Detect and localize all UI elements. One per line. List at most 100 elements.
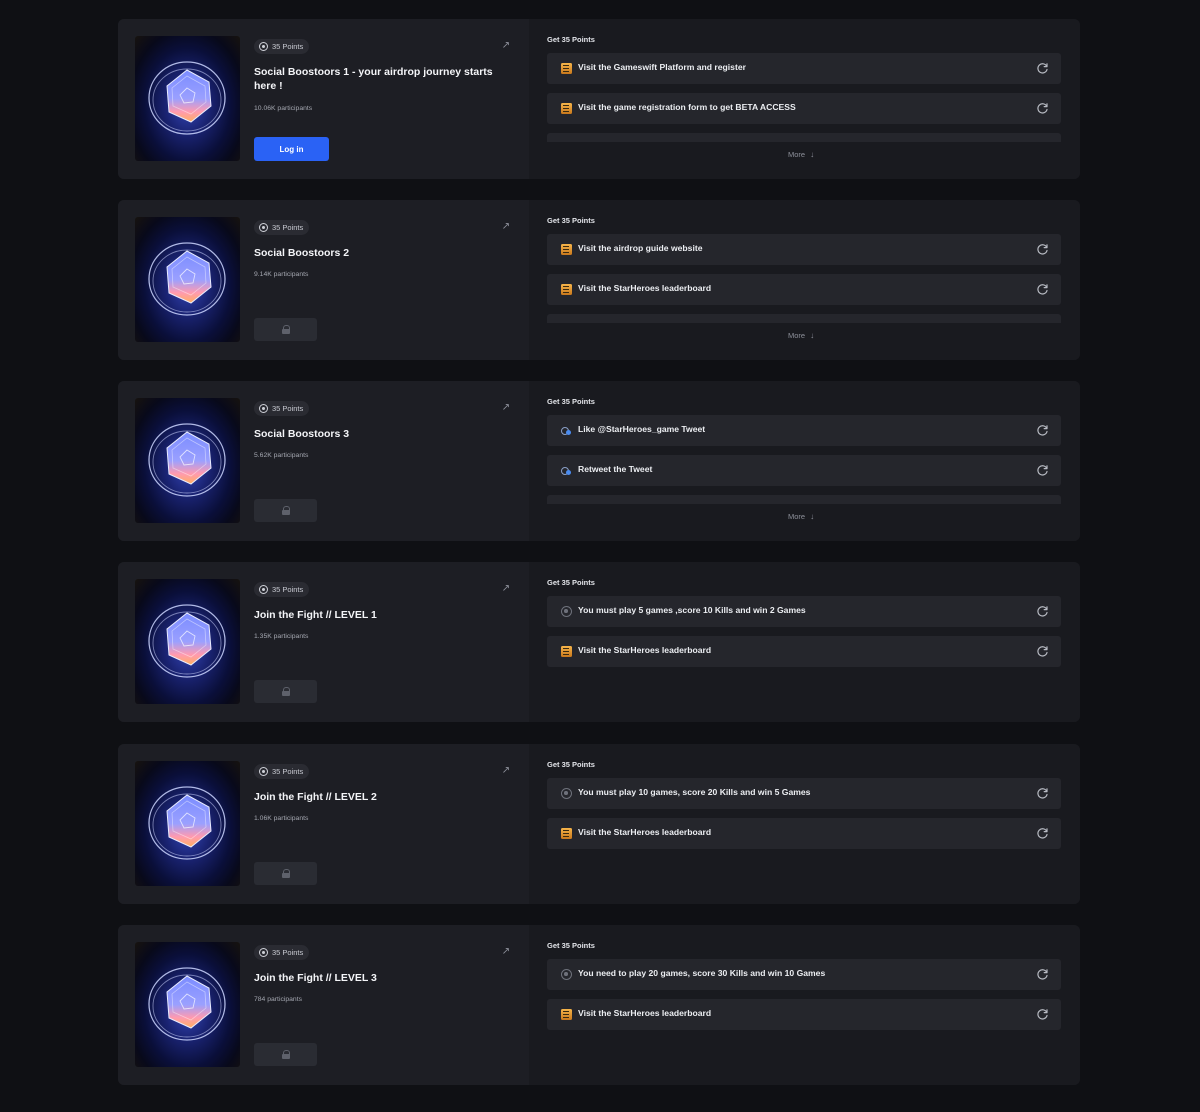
- external-link-icon[interactable]: ↗: [500, 582, 512, 594]
- task-label: You must play 5 games ,score 10 Kills an…: [578, 605, 806, 615]
- quest-tasks-panel: Get 35 Points Like @StarHeroes_game Tweet…: [529, 381, 1080, 541]
- refresh-icon[interactable]: [1036, 102, 1049, 115]
- quest-title: Social Boostoors 1 - your airdrop journe…: [254, 66, 493, 92]
- external-link-icon[interactable]: ↗: [500, 401, 512, 413]
- external-link-icon[interactable]: ↗: [500, 764, 512, 776]
- arrow-down-icon: ↓: [810, 331, 815, 340]
- coin-icon: [259, 404, 268, 413]
- quest-title: Join the Fight // LEVEL 3: [254, 972, 377, 984]
- lock-icon: [281, 869, 290, 878]
- task-item[interactable]: Visit the StarHeroes leaderboard: [547, 636, 1061, 667]
- task-label: You must play 10 games, score 20 Kills a…: [578, 787, 811, 797]
- more-button[interactable]: More ↓: [788, 331, 814, 340]
- quest-thumbnail: [135, 761, 240, 886]
- task-label: Retweet the Tweet: [578, 464, 653, 474]
- lock-icon: [281, 325, 290, 334]
- coin-icon: [259, 223, 268, 232]
- task-item[interactable]: Visit the StarHeroes leaderboard: [547, 999, 1061, 1030]
- quest-info: 35 Points ↗ Social Boostoors 2 9.14K partic…: [118, 200, 529, 360]
- task-item[interactable]: [547, 314, 1061, 323]
- refresh-icon[interactable]: [1036, 827, 1049, 840]
- coin-icon: [259, 585, 268, 594]
- participants-count: 784 participants: [254, 996, 302, 1003]
- participants-count: 9.14K participants: [254, 271, 309, 278]
- points-badge: 35 Points: [254, 39, 310, 54]
- quest-card[interactable]: 35 Points ↗ Social Boostoors 3 5.62K partic…: [118, 381, 1080, 541]
- task-item[interactable]: [547, 495, 1061, 504]
- points-badge: 35 Points: [254, 401, 310, 416]
- get-points-heading: Get 35 Points: [547, 578, 595, 587]
- refresh-icon[interactable]: [1036, 645, 1049, 658]
- target-icon: [561, 788, 572, 799]
- quest-tasks-panel: Get 35 Points Visit the Gameswift Platfor…: [529, 19, 1080, 179]
- twitter-icon: [561, 465, 572, 476]
- refresh-icon[interactable]: [1036, 283, 1049, 296]
- arrow-down-icon: ↓: [810, 150, 815, 159]
- more-button[interactable]: More ↓: [788, 512, 814, 521]
- quest-card[interactable]: 35 Points ↗ Social Boostoors 1 - your aird…: [118, 19, 1080, 179]
- participants-count: 5.62K participants: [254, 452, 309, 459]
- quest-card[interactable]: 35 Points ↗ Social Boostoors 2 9.14K partic…: [118, 200, 1080, 360]
- quest-tasks-panel: Get 35 Points You need to play 20 games, …: [529, 925, 1080, 1085]
- task-list: You need to play 20 games, score 30 Kill…: [547, 959, 1061, 1079]
- participants-count: 1.06K participants: [254, 815, 309, 822]
- login-button[interactable]: Log in: [254, 137, 329, 161]
- quest-card[interactable]: 35 Points ↗ Join the Fight // LEVEL 1 1.35K…: [118, 562, 1080, 722]
- task-item[interactable]: Visit the Gameswift Platform and registe…: [547, 53, 1061, 84]
- refresh-icon[interactable]: [1036, 787, 1049, 800]
- task-label: Visit the StarHeroes leaderboard: [578, 1008, 712, 1018]
- quest-info: 35 Points ↗ Join the Fight // LEVEL 3 784 p…: [118, 925, 529, 1085]
- more-label: More: [788, 512, 806, 521]
- task-label: You need to play 20 games, score 30 Kill…: [578, 968, 826, 978]
- quest-thumbnail: [135, 217, 240, 342]
- locked-button[interactable]: [254, 680, 317, 703]
- locked-button[interactable]: [254, 862, 317, 885]
- quest-card[interactable]: 35 Points ↗ Join the Fight // LEVEL 2 1.06K…: [118, 744, 1080, 904]
- coin-icon: [259, 42, 268, 51]
- target-icon: [561, 606, 572, 617]
- task-list: You must play 5 games ,score 10 Kills an…: [547, 596, 1061, 716]
- get-points-heading: Get 35 Points: [547, 35, 595, 44]
- task-item[interactable]: Visit the StarHeroes leaderboard: [547, 274, 1061, 305]
- refresh-icon[interactable]: [1036, 62, 1049, 75]
- refresh-icon[interactable]: [1036, 1008, 1049, 1021]
- quest-info: 35 Points ↗ Join the Fight // LEVEL 2 1.06K…: [118, 744, 529, 904]
- document-icon: [561, 244, 572, 255]
- task-item[interactable]: Like @StarHeroes_game Tweet: [547, 415, 1061, 446]
- external-link-icon[interactable]: ↗: [500, 945, 512, 957]
- task-item[interactable]: You must play 5 games ,score 10 Kills an…: [547, 596, 1061, 627]
- task-item[interactable]: You must play 10 games, score 20 Kills a…: [547, 778, 1061, 809]
- task-item[interactable]: Retweet the Tweet: [547, 455, 1061, 486]
- task-list: Visit the Gameswift Platform and registe…: [547, 53, 1061, 142]
- refresh-icon[interactable]: [1036, 243, 1049, 256]
- points-badge-label: 35 Points: [272, 404, 304, 413]
- quest-thumbnail: [135, 579, 240, 704]
- locked-button[interactable]: [254, 1043, 317, 1066]
- quest-thumbnail: [135, 398, 240, 523]
- get-points-heading: Get 35 Points: [547, 216, 595, 225]
- task-item[interactable]: You need to play 20 games, score 30 Kill…: [547, 959, 1061, 990]
- refresh-icon[interactable]: [1036, 605, 1049, 618]
- quest-card[interactable]: 35 Points ↗ Join the Fight // LEVEL 3 784 p…: [118, 925, 1080, 1085]
- task-item[interactable]: Visit the airdrop guide website: [547, 234, 1061, 265]
- task-label: Visit the StarHeroes leaderboard: [578, 827, 712, 837]
- get-points-heading: Get 35 Points: [547, 941, 595, 950]
- refresh-icon[interactable]: [1036, 464, 1049, 477]
- document-icon: [561, 646, 572, 657]
- task-label: Visit the airdrop guide website: [578, 243, 703, 253]
- locked-button[interactable]: [254, 318, 317, 341]
- refresh-icon[interactable]: [1036, 424, 1049, 437]
- quest-title: Social Boostoors 2: [254, 247, 350, 259]
- participants-count: 10.06K participants: [254, 105, 313, 112]
- locked-button[interactable]: [254, 499, 317, 522]
- quest-thumbnail: [135, 36, 240, 161]
- points-badge: 35 Points: [254, 220, 310, 235]
- task-item[interactable]: [547, 133, 1061, 142]
- participants-count: 1.35K participants: [254, 633, 309, 640]
- task-item[interactable]: Visit the StarHeroes leaderboard: [547, 818, 1061, 849]
- external-link-icon[interactable]: ↗: [500, 39, 512, 51]
- more-button[interactable]: More ↓: [788, 150, 814, 159]
- external-link-icon[interactable]: ↗: [500, 220, 512, 232]
- refresh-icon[interactable]: [1036, 968, 1049, 981]
- task-item[interactable]: Visit the game registration form to get …: [547, 93, 1061, 124]
